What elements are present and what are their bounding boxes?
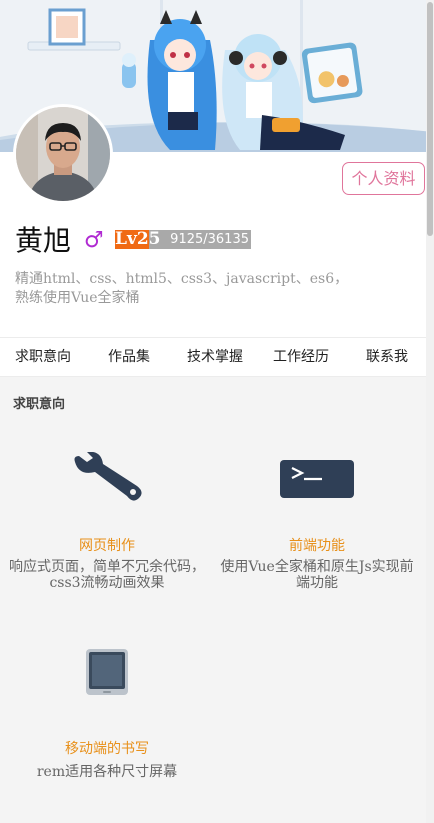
card-title: 前端功能 <box>289 538 345 554</box>
card-description: 响应式页面，简单不冗余代码，css3流畅动画效果 <box>9 559 205 591</box>
avatar-photo <box>16 107 110 201</box>
level-progress-text: 9125/36135 <box>170 232 249 247</box>
card-title: 网页制作 <box>79 538 135 554</box>
card-description: 使用Vue全家桶和原生Js实现前端功能 <box>220 559 414 591</box>
tab-work-experience[interactable]: 工作经历 <box>258 338 344 376</box>
page-scrollbar[interactable] <box>426 0 434 823</box>
avatar[interactable] <box>13 104 113 204</box>
tab-skills[interactable]: 技术掌握 <box>172 338 258 376</box>
user-bio: 精通html、css、html5、css3、javascript、es6，熟练使… <box>15 271 349 306</box>
skill-card-frontend: 前端功能 使用Vue全家桶和原生Js实现前端功能 <box>217 440 417 600</box>
scrollbar-thumb[interactable] <box>427 2 433 236</box>
male-icon: ♂ <box>84 228 104 253</box>
tablet-icon <box>86 649 128 695</box>
level-progress-bar: Lv25 9125/36135 <box>115 230 251 249</box>
skill-card-web: 网页制作 响应式页面，简单不冗余代码，css3流畅动画效果 <box>7 440 207 600</box>
card-description: rem适用各种尺寸屏幕 <box>36 764 178 780</box>
card-title: 移动端的书写 <box>65 741 149 757</box>
terminal-icon <box>280 460 354 498</box>
edit-profile-button[interactable]: 个人资料 <box>342 162 425 195</box>
section-title: 求职意向 <box>13 397 66 412</box>
wrench-icon <box>74 452 142 501</box>
user-name: 黄旭 <box>15 224 72 257</box>
tab-portfolio[interactable]: 作品集 <box>86 338 172 376</box>
tab-job-intention[interactable]: 求职意向 <box>0 338 86 376</box>
level-label: Lv25 <box>115 229 161 249</box>
skill-card-mobile: 移动端的书写 rem适用各种尺寸屏幕 <box>7 640 207 790</box>
profile-tab-bar: 求职意向 作品集 技术掌握 工作经历 联系我 <box>0 337 434 377</box>
tab-contact[interactable]: 联系我 <box>344 338 430 376</box>
